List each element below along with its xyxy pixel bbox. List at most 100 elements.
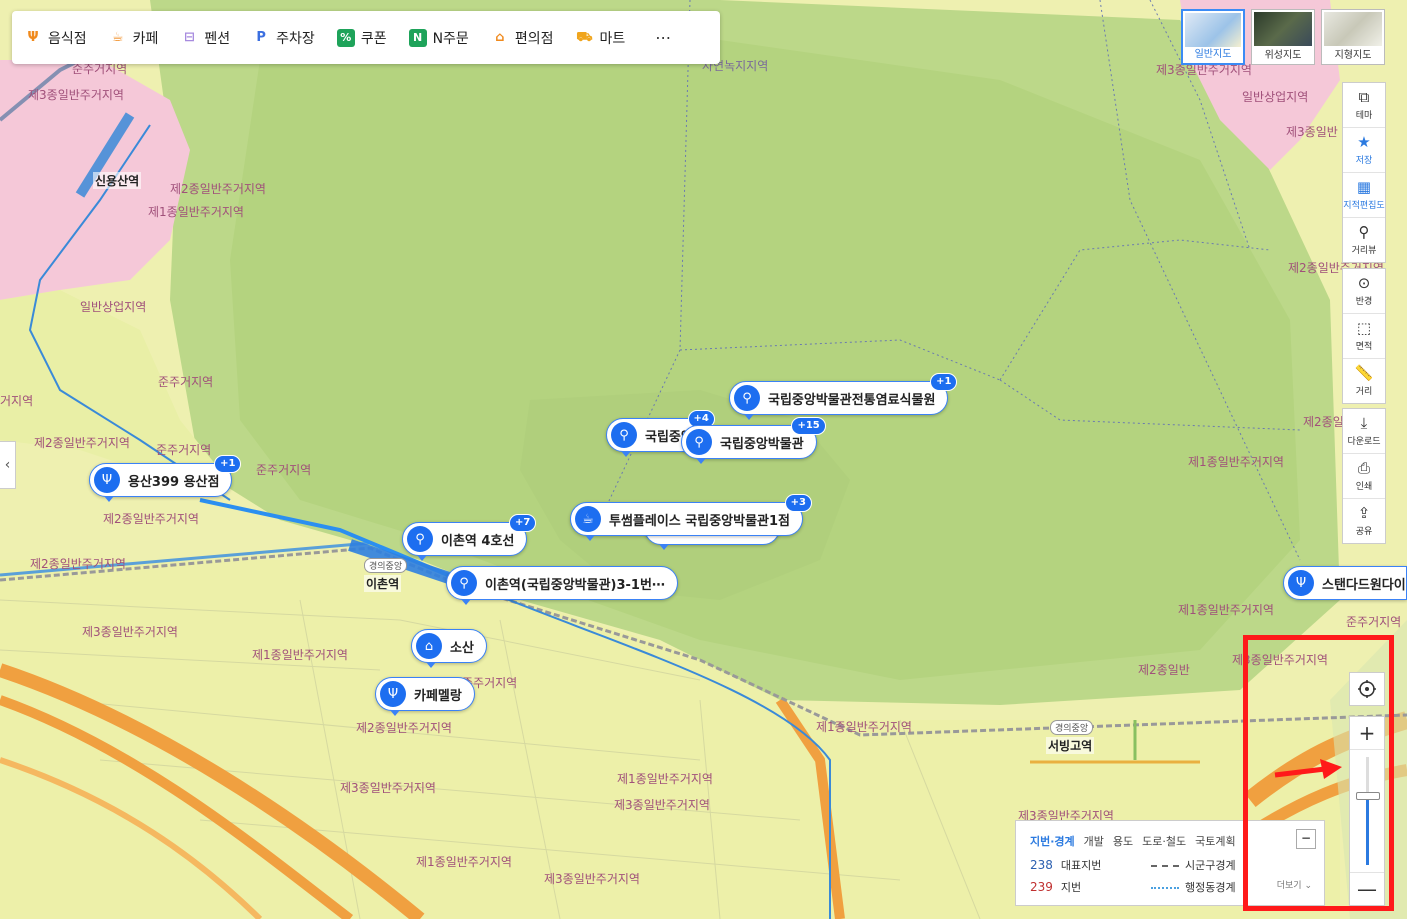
satellite-thumbnail — [1254, 12, 1312, 46]
place-marker[interactable]: Ψ 카페멜랑 — [375, 677, 475, 716]
category-label: 주차장 — [276, 30, 315, 47]
line-tag: 경의중앙 — [364, 558, 408, 573]
category-mart[interactable]: ⛟ 마트 — [575, 28, 625, 48]
station-label[interactable]: 서빙고역 — [1046, 737, 1095, 754]
place-marker[interactable]: ⌂ 소산 — [411, 629, 487, 668]
place-marker[interactable]: Ψ 스탠다드원다이닝 — [1283, 566, 1407, 600]
legend-tab[interactable]: 도로·철도 — [1142, 833, 1186, 849]
legend-tab[interactable]: 용도 — [1113, 833, 1133, 849]
zone-label: 제2종일 — [1303, 415, 1344, 429]
cadastral-map-button[interactable]: ▦ 지적편집도 — [1343, 173, 1385, 218]
radius-icon: ⊙ — [1357, 274, 1371, 292]
marker-name: 스탠다드원다이닝 — [1322, 577, 1406, 593]
place-marker[interactable]: Ψ 용산399 용산점 +1 — [89, 455, 242, 502]
category-cafe[interactable]: ☕ 카페 — [109, 28, 159, 48]
zone-label: 제2종일반주거지역 — [34, 436, 130, 450]
tool-label: 거리뷰 — [1351, 246, 1377, 256]
tool-label: 인쇄 — [1355, 482, 1373, 492]
map-pin-icon: ⚲ — [734, 385, 760, 411]
save-button[interactable]: ★ 저장 — [1343, 128, 1385, 173]
zone-label: 제2종일반주거지역 — [103, 512, 199, 526]
marker-name: 이촌역 4호선 — [441, 533, 515, 549]
category-label: 음식점 — [48, 30, 87, 47]
marker-name: 카페멜랑 — [414, 688, 462, 704]
category-restaurant[interactable]: Ψ 음식점 — [24, 28, 87, 48]
category-pension[interactable]: ⊟ 펜션 — [180, 28, 230, 48]
order-bag-icon: N — [408, 28, 427, 47]
zone-label: 제2종일반주거지역 — [170, 182, 266, 196]
tool-label: 공유 — [1355, 527, 1373, 537]
tool-label: 테마 — [1355, 111, 1373, 121]
legend-tab[interactable]: 개발 — [1084, 833, 1104, 849]
category-label: 펜션 — [204, 30, 231, 47]
legend-label: 대표지번 — [1060, 859, 1102, 872]
marker-badge: +7 — [509, 514, 537, 532]
place-marker[interactable]: ⚲ 국립중앙박물관전통염료식물원 +1 — [729, 373, 958, 420]
print-icon: ⎙ — [1357, 459, 1370, 477]
zone-label: 제3종일반주거지역 — [544, 872, 640, 886]
map-type-normal[interactable]: 일반지도 — [1181, 9, 1245, 65]
legend-row: 239 지번 — [1030, 879, 1081, 895]
legend-tabs: 지번·경계 개발 용도 도로·철도 국토계획 — [1030, 833, 1236, 849]
street-view-button[interactable]: ⚲ 거리뷰 — [1343, 218, 1385, 262]
download-button[interactable]: ⤓ 다운로드 — [1343, 409, 1385, 454]
fork-knife-icon: Ψ — [94, 467, 120, 493]
legend-label: 행정동경계 — [1185, 881, 1236, 894]
coffee-cup-icon: ☕ — [575, 506, 601, 532]
place-marker[interactable]: ⚲ 국립중앙박물관 +15 — [681, 417, 826, 464]
fork-knife-icon: Ψ — [380, 681, 406, 707]
legend-tab[interactable]: 지번·경계 — [1030, 833, 1075, 849]
category-toolbar: Ψ 음식점 ☕ 카페 ⊟ 펜션 P 주차장 % 쿠폰 N N주문 ⌂ 편의점 ⛟ 마트 ⋯ — [12, 11, 720, 64]
cart-icon: ⛟ — [576, 29, 593, 45]
station-label[interactable]: 이촌역 — [364, 575, 402, 592]
legend-tab[interactable]: 국토계획 — [1195, 833, 1235, 849]
radius-button[interactable]: ⊙ 반경 — [1343, 269, 1385, 314]
zone-label: 제3종일반주거지역 — [82, 625, 178, 639]
zone-label: 제3종일반주거지역 — [614, 798, 710, 812]
place-marker[interactable]: ⚲ 이촌역 4호선 +7 — [402, 514, 537, 561]
zone-label: 일반상업지역 — [1242, 90, 1309, 104]
share-icon: ⇪ — [1357, 504, 1371, 522]
place-marker[interactable]: ⚲ 이촌역(국립중앙박물관)3-1번⋯ — [446, 566, 678, 605]
tool-label: 반경 — [1355, 297, 1373, 307]
fork-knife-icon: Ψ — [1288, 570, 1314, 596]
legend-row: 행정동경계 — [1151, 879, 1236, 895]
category-label: N주문 — [432, 30, 469, 47]
category-convenience[interactable]: ⌂ 편의점 — [491, 28, 553, 48]
more-categories-button[interactable]: ⋯ — [655, 28, 672, 47]
layers-icon: ⧉ — [1358, 88, 1370, 106]
parking-icon: P — [256, 29, 266, 45]
distance-button[interactable]: 📏 거리 — [1343, 359, 1385, 403]
zone-label: 제1종일반주거지역 — [416, 855, 512, 869]
tool-label: 저장 — [1355, 156, 1373, 166]
theme-button[interactable]: ⧉ 테마 — [1343, 83, 1385, 128]
place-marker[interactable]: ☕ 투썸플레이스 국립중앙박물관1점 +3 — [570, 494, 813, 541]
zone-label: 제3종일반 — [1286, 125, 1338, 139]
zone-label: 제1종일반주거지역 — [1188, 455, 1284, 469]
percent-icon: % — [336, 28, 355, 47]
category-label: 쿠폰 — [360, 30, 387, 47]
map-type-switcher: 일반지도 위성지도 지형지도 — [1181, 9, 1386, 65]
marker-badge: +15 — [791, 417, 826, 435]
zone-label: 제2종일반주거지역 — [30, 557, 126, 571]
tool-label: 거리 — [1355, 387, 1373, 397]
map-pin-icon: ⚲ — [611, 422, 637, 448]
zone-label: 제3종일반주거지역 — [340, 781, 436, 795]
share-button[interactable]: ⇪ 공유 — [1343, 499, 1385, 543]
map-pin-icon: ⚲ — [407, 526, 433, 552]
marker-badge: +1 — [214, 455, 242, 473]
category-parking[interactable]: P 주차장 — [252, 28, 315, 48]
map-type-satellite[interactable]: 위성지도 — [1251, 9, 1315, 65]
print-button[interactable]: ⎙ 인쇄 — [1343, 454, 1385, 499]
legend-number: 238 — [1030, 858, 1053, 872]
zone-label: 제2종일반 — [1138, 663, 1190, 677]
map-type-label: 위성지도 — [1264, 50, 1302, 61]
side-panel-toggle[interactable]: ‹ — [0, 441, 16, 489]
marker-badge: +1 — [930, 373, 958, 391]
map-type-terrain[interactable]: 지형지도 — [1321, 9, 1385, 65]
area-button[interactable]: ⬚ 면적 — [1343, 314, 1385, 359]
category-coupon[interactable]: % 쿠폰 — [336, 28, 387, 48]
ruler-icon: 📏 — [1354, 364, 1374, 382]
category-norder[interactable]: N N주문 — [408, 28, 469, 48]
station-label[interactable]: 신용산역 — [93, 172, 142, 189]
